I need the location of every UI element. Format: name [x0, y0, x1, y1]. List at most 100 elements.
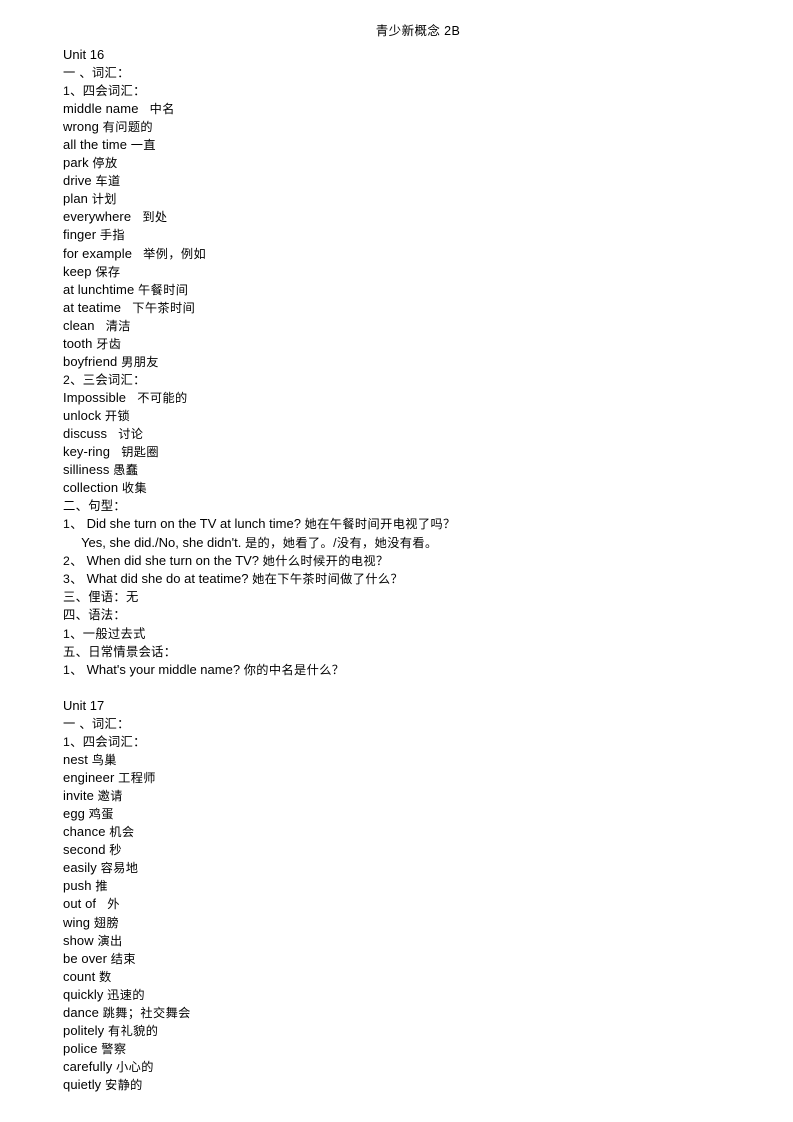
sentence-entry: 1、 Did she turn on the TV at lunch time?…: [63, 515, 733, 533]
vocab-definition: 停放: [92, 156, 118, 171]
vocab-entry: collection 收集: [63, 479, 733, 497]
vocab-term: be over: [63, 950, 108, 966]
vocab-term: at teatime: [63, 299, 122, 315]
vocab-entry: boyfriend 男朋友: [63, 353, 733, 371]
vocab-term: silliness: [63, 462, 110, 478]
sentence-entry: 3、 What did she do at teatime? 她在下午茶时间做了…: [63, 570, 733, 588]
vocab-definition: 午餐时间: [138, 282, 189, 297]
sentence-number: 3、: [63, 572, 83, 587]
vocab-entry: chance 机会: [63, 823, 733, 841]
vocab-term: easily: [63, 860, 97, 876]
vocab-term: wing: [63, 914, 91, 930]
vocab-definition: 到处: [142, 210, 168, 225]
section-subheading: 1、一般过去式: [63, 626, 146, 641]
section-heading: 五、日常情景会话：: [63, 644, 177, 659]
vocab-definition: 下午茶时间: [132, 300, 196, 315]
vocab-definition: 愚蠢: [113, 463, 139, 478]
vocab-term: dance: [63, 1004, 99, 1020]
vocab-entry: silliness 愚蠢: [63, 461, 733, 479]
vocab-entry: all the time 一直: [63, 136, 733, 154]
vocab-definition: 结束: [110, 951, 136, 966]
sentence-entry: 1、 What's your middle name? 你的中名是什么？: [63, 661, 733, 679]
vocab-entry: out of 外: [63, 895, 733, 913]
vocab-entry: wing 翅膀: [63, 914, 733, 932]
sentence-continuation: Yes, she did./No, she didn't. 是的，她看了。/没有…: [63, 534, 733, 552]
vocab-definition: 工程师: [118, 771, 156, 786]
section-heading: 一 、词汇：: [63, 66, 130, 81]
vocab-term: at lunchtime: [63, 281, 135, 297]
vocab-term: unlock: [63, 407, 102, 423]
sentence-entry: 2、 When did she turn on the TV? 她什么时候开的电…: [63, 552, 733, 570]
vocab-entry: drive 车道: [63, 172, 733, 190]
vocab-entry: nest 鸟巢: [63, 751, 733, 769]
vocab-entry: push 推: [63, 877, 733, 895]
vocab-entry: clean 清洁: [63, 317, 733, 335]
section-heading: 一 、词汇：: [63, 716, 130, 731]
sentence-number: 1、: [63, 662, 83, 677]
vocab-term: egg: [63, 806, 85, 822]
vocab-entry: quickly 迅速的: [63, 986, 733, 1004]
vocab-entry: at lunchtime 午餐时间: [63, 281, 733, 299]
vocab-entry: dance 跳舞；社交舞会: [63, 1004, 733, 1022]
vocab-term: boyfriend: [63, 353, 118, 369]
vocab-definition: 外: [107, 897, 120, 912]
vocab-entry: carefully 小心的: [63, 1058, 733, 1076]
vocab-entry: middle name 中名: [63, 100, 733, 118]
vocab-term: wrong: [63, 119, 99, 135]
vocab-term: engineer: [63, 770, 115, 786]
vocab-definition: 清洁: [105, 318, 131, 333]
sentence-english: Did she turn on the TV at lunch time?: [86, 516, 301, 532]
vocab-entry: second 秒: [63, 841, 733, 859]
vocab-definition: 机会: [109, 825, 135, 840]
vocab-term: Impossible: [63, 389, 127, 405]
sentence-chinese: 她什么时候开的电视？: [262, 553, 389, 568]
vocab-entry: invite 邀请: [63, 787, 733, 805]
vocab-entry: for example 举例，例如: [63, 245, 733, 263]
vocab-definition: 计划: [91, 192, 117, 207]
vocab-term: finger: [63, 227, 97, 243]
vocab-definition: 收集: [121, 481, 148, 496]
vocab-entry: keep 保存: [63, 263, 733, 281]
vocab-entry: engineer 工程师: [63, 769, 733, 787]
sentence-number: 2、: [63, 553, 83, 568]
section-heading: 二、句型：: [63, 499, 126, 514]
vocab-term: clean: [63, 317, 95, 333]
vocab-term: plan: [63, 191, 88, 207]
vocab-definition: 不可能的: [137, 390, 188, 405]
vocab-definition: 讨论: [118, 426, 144, 441]
vocab-definition: 钥匙圈: [121, 445, 159, 460]
vocab-entry: unlock 开锁: [63, 407, 733, 425]
vocab-entry: easily 容易地: [63, 859, 733, 877]
sentence-english: What's your middle name?: [86, 661, 241, 677]
vocab-definition: 中名: [149, 102, 175, 117]
vocab-term: for example: [63, 245, 133, 261]
vocab-definition: 跳舞；社交舞会: [102, 1005, 191, 1020]
vocab-term: push: [63, 878, 92, 894]
section-heading: 三、俚语：无: [63, 590, 139, 605]
vocab-definition: 一直: [130, 138, 156, 153]
vocab-definition: 保存: [95, 264, 121, 279]
vocab-entry: tooth 牙齿: [63, 335, 733, 353]
vocab-term: carefully: [63, 1058, 113, 1074]
vocab-definition: 牙齿: [96, 336, 122, 351]
vocab-entry: key-ring 钥匙圈: [63, 443, 733, 461]
vocab-entry: everywhere 到处: [63, 208, 733, 226]
vocab-definition: 举例，例如: [143, 246, 207, 261]
document-header: 青少新概念 2B: [63, 22, 733, 40]
vocab-definition: 迅速的: [107, 987, 145, 1002]
vocab-definition: 推: [95, 879, 108, 894]
unit-title: Unit 17: [63, 697, 105, 713]
vocab-entry: park 停放: [63, 154, 733, 172]
sentence-chinese: 她在午餐时间开电视了吗？: [304, 517, 456, 532]
vocab-entry: police 警察: [63, 1040, 733, 1058]
vocab-term: quietly: [63, 1076, 102, 1092]
vocab-entry: plan 计划: [63, 190, 733, 208]
vocab-term: middle name: [63, 101, 139, 117]
vocab-entry: egg 鸡蛋: [63, 805, 733, 823]
vocab-term: quickly: [63, 986, 104, 1002]
vocab-entry: discuss 讨论: [63, 425, 733, 443]
vocab-term: show: [63, 932, 94, 948]
vocab-term: all the time: [63, 137, 128, 153]
vocab-term: invite: [63, 788, 94, 804]
